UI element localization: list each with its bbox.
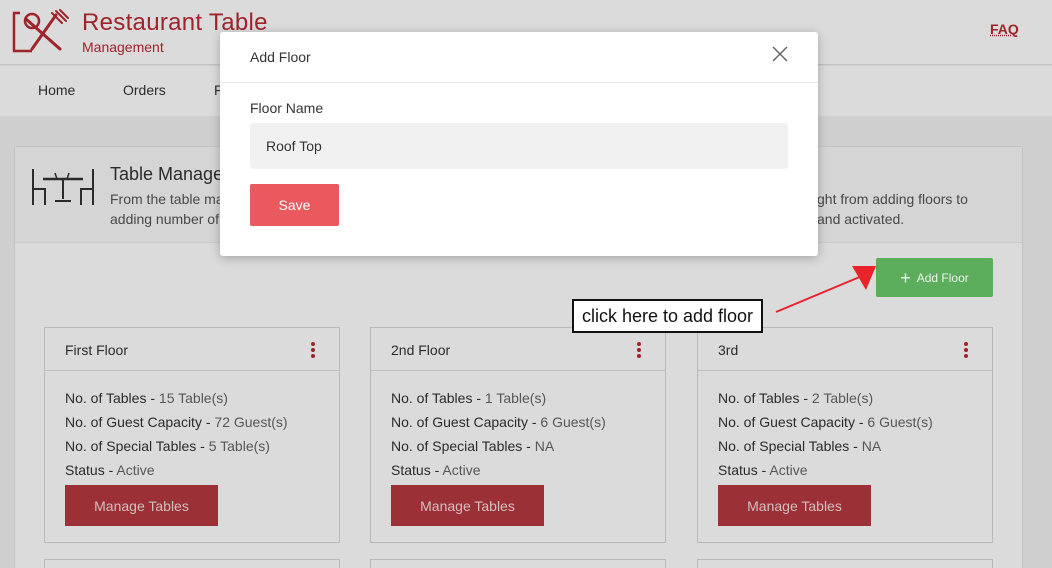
modal-title: Add Floor [250, 49, 311, 65]
add-floor-modal: Add Floor Floor Name Save [220, 32, 818, 256]
annotation-callout: click here to add floor [572, 299, 763, 333]
arrow-annotation-icon [775, 266, 876, 313]
floor-name-input[interactable] [250, 123, 788, 169]
plus-icon: + [900, 267, 911, 288]
add-floor-label: Add Floor [916, 270, 969, 285]
modal-header: Add Floor [220, 32, 818, 83]
save-button[interactable]: Save [250, 184, 339, 226]
close-icon[interactable] [772, 46, 788, 62]
floor-name-label: Floor Name [250, 100, 324, 116]
add-floor-button[interactable]: + Add Floor [876, 258, 993, 297]
